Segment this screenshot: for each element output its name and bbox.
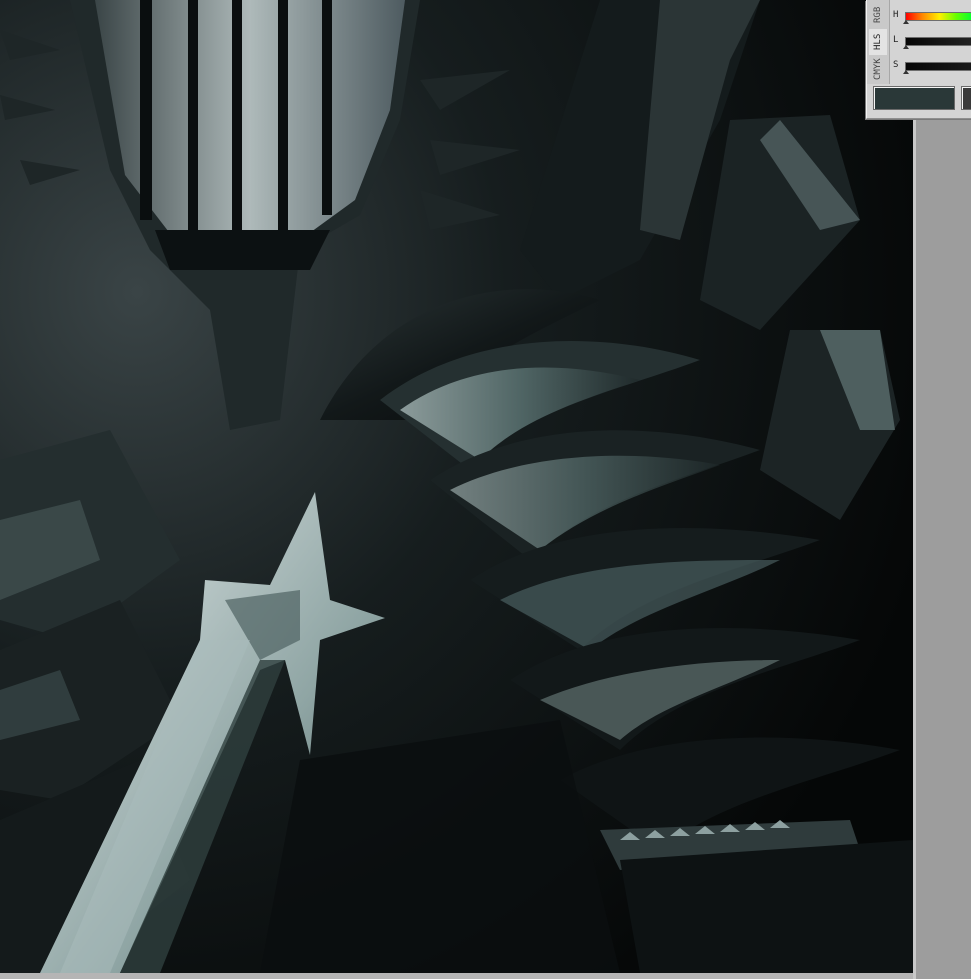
hue-thumb[interactable] [903, 20, 909, 24]
hue-slider[interactable]: H [891, 8, 971, 24]
saturation-track[interactable] [905, 62, 971, 71]
tab-cmyk[interactable]: CMYK [869, 56, 887, 82]
drawing-canvas[interactable] [0, 0, 913, 973]
lightness-label: L [893, 35, 899, 45]
workspace-background [913, 118, 971, 979]
saturation-slider[interactable]: S [891, 58, 971, 74]
hue-label: H [893, 10, 899, 20]
lightness-thumb[interactable] [903, 45, 909, 49]
tab-hls[interactable]: HLS [869, 29, 887, 55]
workspace-divider [913, 118, 916, 979]
hue-track[interactable] [905, 12, 971, 21]
tab-rgb[interactable]: RGB [869, 2, 887, 28]
lightness-slider[interactable]: L [891, 33, 971, 49]
saturation-label: S [893, 60, 899, 70]
previous-color-swatch[interactable] [961, 86, 971, 110]
lightness-track[interactable] [905, 37, 971, 46]
color-panel: RGB HLS CMYK H L S [866, 0, 971, 119]
color-swatches [873, 86, 971, 110]
saturation-thumb[interactable] [903, 70, 909, 74]
current-color-swatch[interactable] [873, 86, 955, 110]
artwork [0, 0, 913, 973]
color-mode-tabs: RGB HLS CMYK [867, 0, 890, 84]
status-strip [0, 973, 913, 979]
